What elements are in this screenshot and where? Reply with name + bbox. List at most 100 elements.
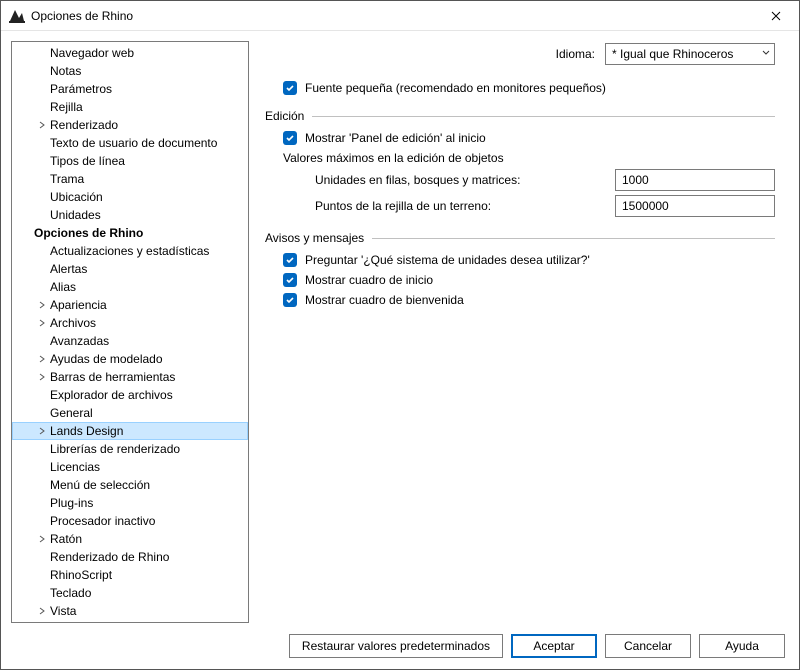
tree-item[interactable]: Renderizado	[12, 116, 248, 134]
chevron-right-icon[interactable]	[34, 427, 50, 435]
tree-item[interactable]: RhinoScript	[12, 566, 248, 584]
section-notices: Avisos y mensajes	[265, 231, 775, 245]
help-button[interactable]: Ayuda	[699, 634, 785, 658]
show-edit-panel-checkbox[interactable]: Mostrar 'Panel de edición' al inicio	[265, 131, 775, 145]
checkbox-checked-icon	[283, 253, 297, 267]
checkbox-checked-icon	[283, 293, 297, 307]
tree-item[interactable]: Parámetros	[12, 80, 248, 98]
dialog-body: Navegador webNotasParámetrosRejillaRende…	[1, 31, 799, 623]
tree-item[interactable]: Alertas	[12, 260, 248, 278]
chevron-right-icon[interactable]	[34, 535, 50, 543]
tree-item[interactable]: General	[12, 404, 248, 422]
tree-item-label: Alias	[50, 278, 76, 296]
tree-item[interactable]: Ubicación	[12, 188, 248, 206]
cancel-button[interactable]: Cancelar	[605, 634, 691, 658]
terrain-points-label: Puntos de la rejilla de un terreno:	[315, 199, 615, 213]
tree-item-label: Plug-ins	[50, 494, 93, 512]
tree-item[interactable]: Ratón	[12, 530, 248, 548]
chevron-right-icon[interactable]	[34, 121, 50, 129]
tree-item[interactable]: Procesador inactivo	[12, 512, 248, 530]
tree-item[interactable]: Barras de herramientas	[12, 368, 248, 386]
tree-item-label: Apariencia	[50, 296, 107, 314]
close-icon	[771, 11, 781, 21]
tree-item[interactable]: Ayudas de modelado	[12, 350, 248, 368]
tree-item[interactable]: Alias	[12, 278, 248, 296]
tree-item[interactable]: Notas	[12, 62, 248, 80]
chevron-right-icon[interactable]	[34, 373, 50, 381]
restore-defaults-button[interactable]: Restaurar valores predeterminados	[289, 634, 503, 658]
show-welcome-checkbox[interactable]: Mostrar cuadro de bienvenida	[265, 293, 775, 307]
tree-item[interactable]: Librerías de renderizado	[12, 440, 248, 458]
tree-item[interactable]: Lands Design	[12, 422, 248, 440]
tree-item-label: Navegador web	[50, 44, 134, 62]
options-tree[interactable]: Navegador webNotasParámetrosRejillaRende…	[11, 41, 249, 623]
close-button[interactable]	[753, 1, 799, 31]
tree-item-label: Ubicación	[50, 188, 103, 206]
language-combobox[interactable]: * Igual que Rhinoceros	[605, 43, 775, 65]
checkbox-checked-icon	[283, 131, 297, 145]
chevron-right-icon[interactable]	[34, 607, 50, 615]
options-window: Opciones de Rhino Navegador webNotasPará…	[0, 0, 800, 670]
tree-item-label: Ratón	[50, 530, 82, 548]
tree-item[interactable]: Renderizado de Rhino	[12, 548, 248, 566]
tree-item-label: Tipos de línea	[50, 152, 125, 170]
tree-item-label: Trama	[50, 170, 84, 188]
chevron-right-icon[interactable]	[34, 301, 50, 309]
tree-item-label: Avanzadas	[50, 332, 109, 350]
show-start-checkbox[interactable]: Mostrar cuadro de inicio	[265, 273, 775, 287]
tree-item[interactable]: Unidades	[12, 206, 248, 224]
tree-item-label: Actualizaciones y estadísticas	[50, 242, 209, 260]
tree-item-label: Archivos	[50, 314, 96, 332]
tree-item-label: Unidades	[50, 206, 101, 224]
app-icon	[9, 8, 25, 24]
tree-item-label: RhinoScript	[50, 566, 112, 584]
accept-button[interactable]: Aceptar	[511, 634, 597, 658]
tree-item-label: Lands Design	[50, 422, 123, 440]
checkbox-checked-icon	[283, 273, 297, 287]
tree-item-label: Licencias	[50, 458, 100, 476]
checkbox-checked-icon	[283, 81, 297, 95]
terrain-points-input[interactable]	[615, 195, 775, 217]
titlebar: Opciones de Rhino	[1, 1, 799, 31]
tree-item-label: Rejilla	[50, 98, 83, 116]
tree-item-label: Renderizado	[50, 116, 118, 134]
tree-item-label: Vista	[50, 602, 76, 620]
tree-item-label: Ayudas de modelado	[50, 350, 163, 368]
tree-item[interactable]: Texto de usuario de documento	[12, 134, 248, 152]
tree-item[interactable]: Archivos	[12, 314, 248, 332]
language-label: Idioma:	[556, 47, 595, 61]
tree-item[interactable]: Trama	[12, 170, 248, 188]
window-title: Opciones de Rhino	[31, 9, 753, 23]
show-edit-panel-label: Mostrar 'Panel de edición' al inicio	[305, 131, 486, 145]
settings-panel: Idioma: * Igual que Rhinoceros Fuente pe…	[261, 41, 789, 623]
tree-item[interactable]: Vista	[12, 602, 248, 620]
units-rows-label: Unidades en filas, bosques y matrices:	[315, 173, 615, 187]
chevron-right-icon[interactable]	[34, 355, 50, 363]
small-font-label: Fuente pequeña (recomendado en monitores…	[305, 81, 606, 95]
tree-item[interactable]: Teclado	[12, 584, 248, 602]
tree-item[interactable]: Rejilla	[12, 98, 248, 116]
tree-item-label: Teclado	[50, 584, 91, 602]
tree-section-rhino-options[interactable]: Opciones de Rhino	[12, 224, 248, 242]
ask-units-checkbox[interactable]: Preguntar '¿Qué sistema de unidades dese…	[265, 253, 775, 267]
tree-item[interactable]: Plug-ins	[12, 494, 248, 512]
max-values-label: Valores máximos en la edición de objetos	[283, 151, 775, 165]
tree-item[interactable]: Licencias	[12, 458, 248, 476]
show-welcome-label: Mostrar cuadro de bienvenida	[305, 293, 464, 307]
units-rows-input[interactable]	[615, 169, 775, 191]
tree-item[interactable]: Avanzadas	[12, 332, 248, 350]
show-start-label: Mostrar cuadro de inicio	[305, 273, 433, 287]
tree-item[interactable]: Tipos de línea	[12, 152, 248, 170]
tree-item-label: Librerías de renderizado	[50, 440, 180, 458]
tree-item-label: Renderizado de Rhino	[50, 548, 169, 566]
chevron-right-icon[interactable]	[34, 319, 50, 327]
tree-item[interactable]: Navegador web	[12, 44, 248, 62]
tree-item[interactable]: Apariencia	[12, 296, 248, 314]
small-font-checkbox[interactable]: Fuente pequeña (recomendado en monitores…	[265, 81, 775, 95]
tree-item-label: Barras de herramientas	[50, 368, 175, 386]
tree-item[interactable]: Actualizaciones y estadísticas	[12, 242, 248, 260]
tree-item[interactable]: Explorador de archivos	[12, 386, 248, 404]
tree-item-label: Alertas	[50, 260, 87, 278]
tree-item[interactable]: Menú de selección	[12, 476, 248, 494]
tree-item-label: Notas	[50, 62, 81, 80]
